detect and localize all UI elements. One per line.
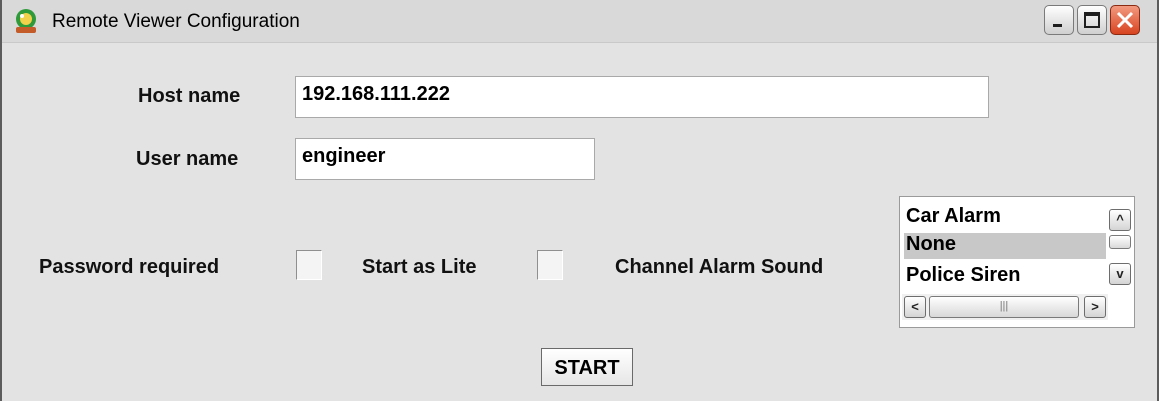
user-name-label: User name	[136, 148, 239, 170]
window-title: Remote Viewer Configuration	[52, 11, 300, 32]
list-item-selected[interactable]: None	[904, 233, 1106, 259]
close-button[interactable]	[1110, 5, 1140, 35]
start-button[interactable]: START	[541, 348, 633, 386]
list-item[interactable]: Car Alarm	[904, 205, 1106, 231]
list-item[interactable]: Police Siren	[904, 264, 1106, 290]
scroll-left-button[interactable]: <	[904, 296, 926, 318]
scroll-up-button[interactable]: ^	[1109, 209, 1131, 231]
channel-alarm-sound-label: Channel Alarm Sound	[615, 256, 824, 278]
chevron-right-icon: >	[1091, 299, 1099, 314]
horizontal-scroll-thumb[interactable]: |||	[929, 296, 1079, 318]
satellite-dish-icon	[16, 9, 36, 33]
maximize-icon	[1084, 12, 1100, 28]
close-icon	[1116, 11, 1134, 29]
minimize-icon	[1053, 24, 1062, 27]
chevron-down-icon: v	[1116, 266, 1124, 281]
user-name-input[interactable]: engineer	[295, 138, 595, 180]
alarm-sound-listbox[interactable]: Car Alarm None Police Siren ^ v < ||| >	[899, 196, 1135, 328]
password-required-label: Password required	[39, 256, 220, 278]
grip-icon: |||	[999, 300, 1009, 312]
host-name-input[interactable]: 192.168.111.222	[295, 76, 989, 118]
chevron-up-icon: ^	[1116, 212, 1124, 227]
vertical-scrollbar[interactable]: ^ v	[1108, 199, 1132, 293]
minimize-button[interactable]	[1044, 5, 1074, 35]
host-name-label: Host name	[138, 85, 241, 107]
vertical-scroll-thumb[interactable]	[1109, 235, 1131, 249]
scroll-right-button[interactable]: >	[1084, 296, 1106, 318]
maximize-button[interactable]	[1077, 5, 1107, 35]
remote-viewer-window: Remote Viewer Configuration Host name 19…	[0, 0, 1159, 401]
password-required-checkbox[interactable]	[296, 250, 322, 280]
title-bar: Remote Viewer Configuration	[2, 0, 1157, 43]
chevron-left-icon: <	[911, 299, 919, 314]
start-as-lite-label: Start as Lite	[362, 256, 477, 278]
horizontal-scrollbar[interactable]: < ||| >	[902, 294, 1108, 320]
start-as-lite-checkbox[interactable]	[537, 250, 563, 280]
scroll-down-button[interactable]: v	[1109, 263, 1131, 285]
